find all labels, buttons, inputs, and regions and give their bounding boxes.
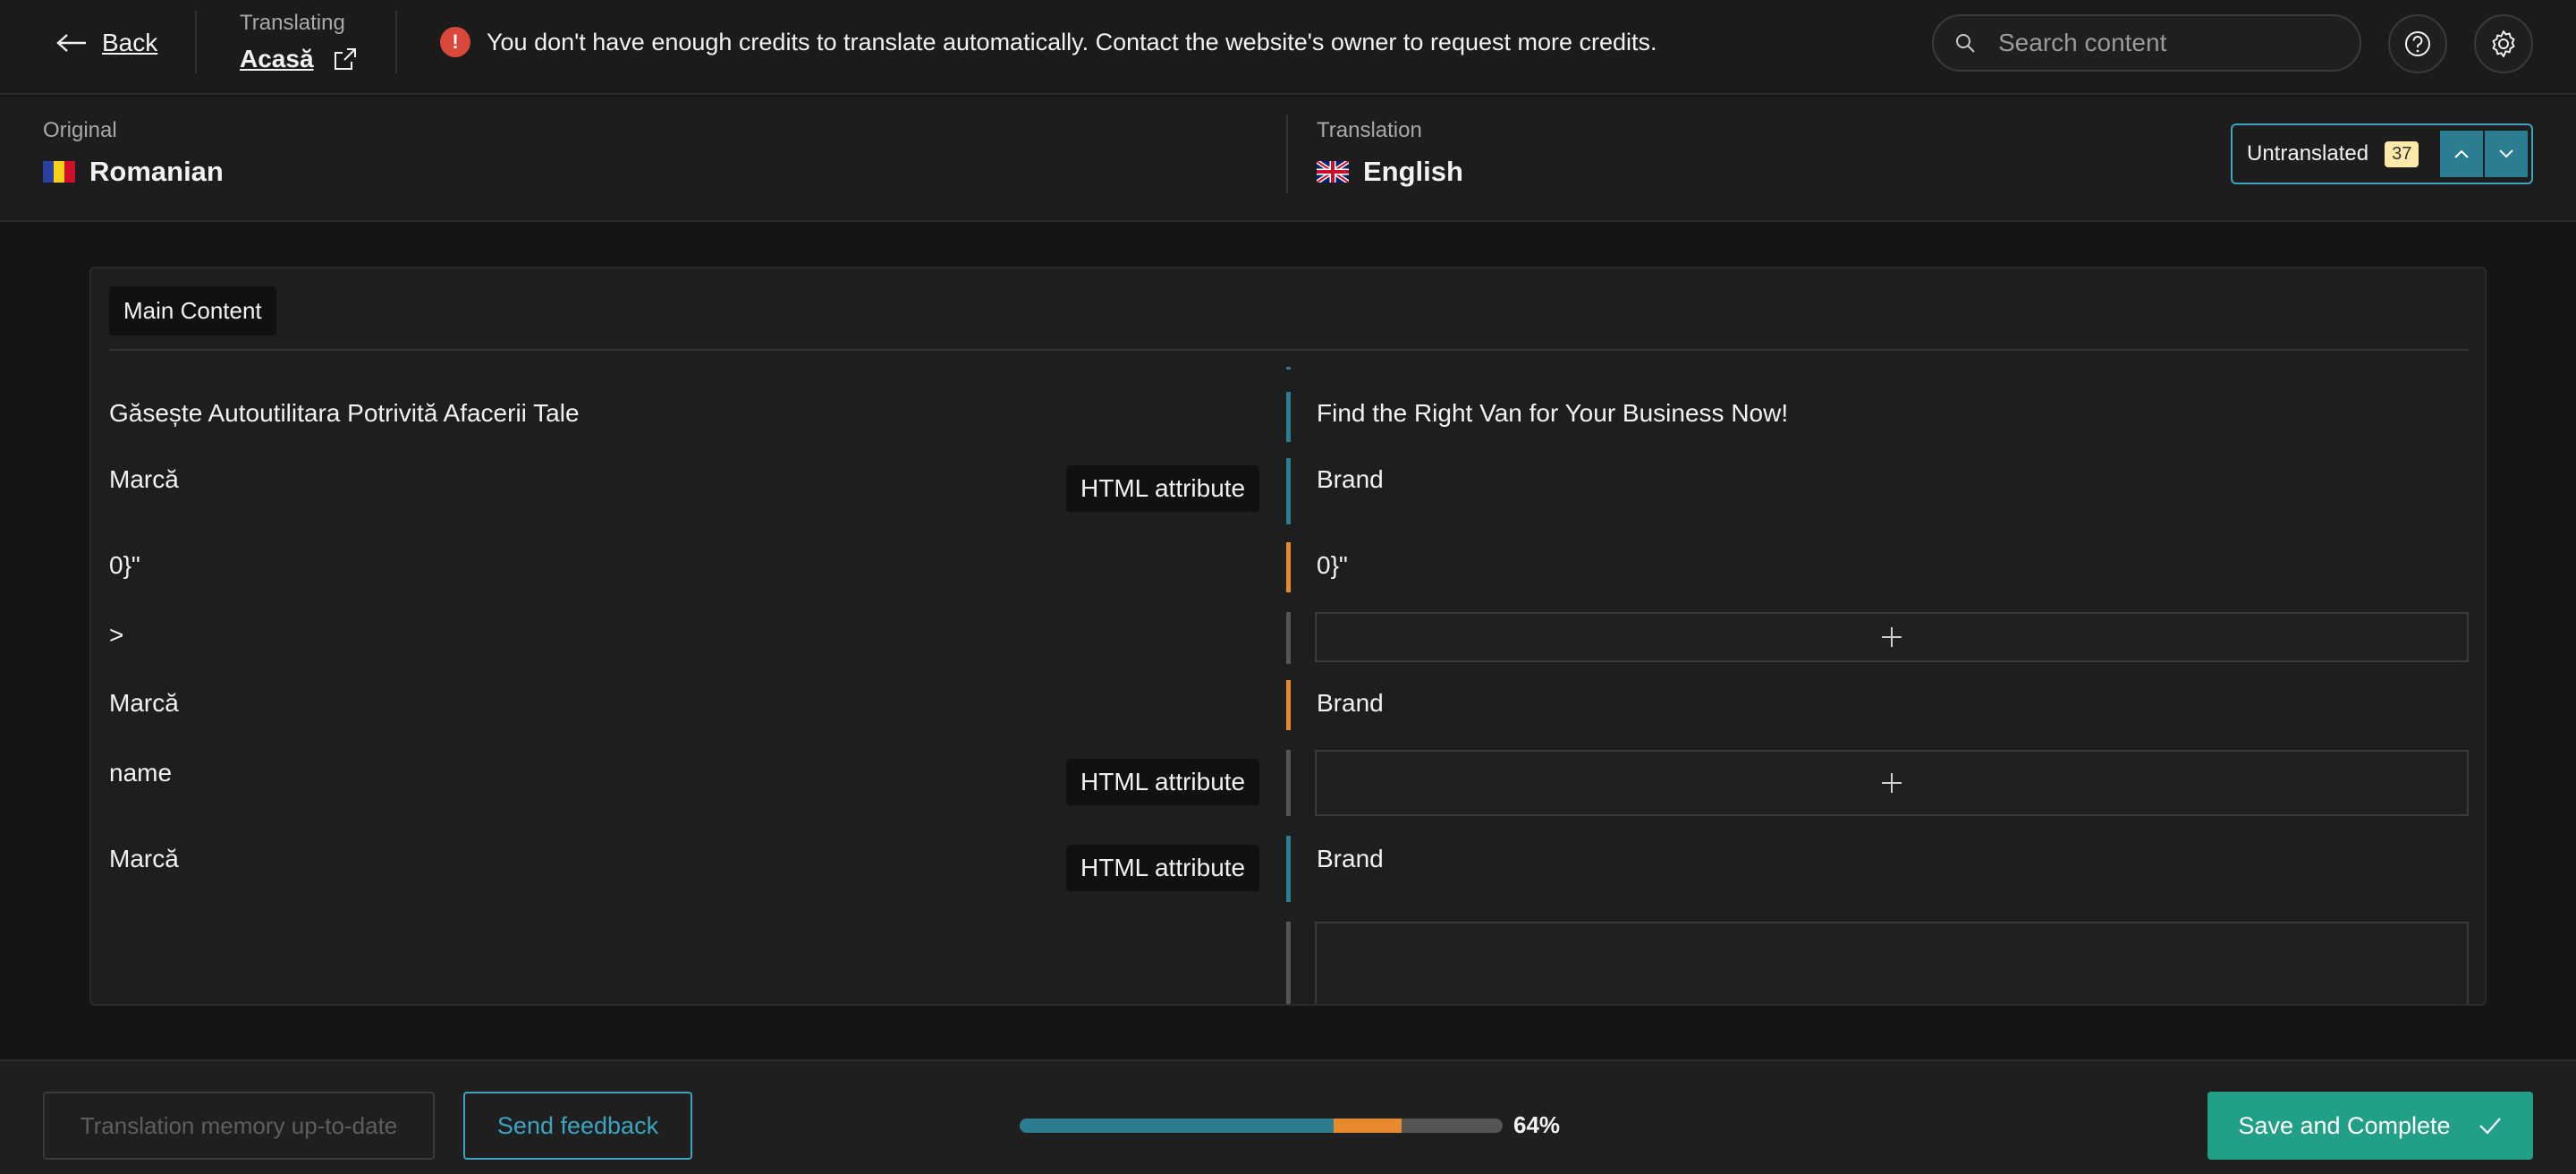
add-translation-button[interactable]	[1315, 612, 2469, 662]
original-text: >	[109, 621, 124, 649]
top-bar: Back Translating Acasă ! You don't have …	[0, 0, 2576, 95]
page-name: Acasă	[240, 45, 314, 72]
translation-text[interactable]: Find the Right Van for Your Business Now…	[1317, 399, 1788, 428]
settings-button[interactable]	[2474, 14, 2533, 73]
progress-partial	[1334, 1119, 1402, 1133]
romania-flag-icon	[43, 161, 75, 183]
status-bar-empty	[1286, 612, 1291, 664]
translation-textarea[interactable]	[1315, 922, 2469, 1004]
send-feedback-button[interactable]: Send feedback	[463, 1092, 692, 1160]
original-text: name	[109, 759, 173, 787]
translation-language: Translation English	[1317, 118, 1463, 188]
help-button[interactable]	[2388, 14, 2447, 73]
original-text: Marcă	[109, 689, 179, 717]
main-content-panel: Main Content Găsește Autoutilitara Potri…	[89, 267, 2487, 1006]
original-text: Marcă	[109, 465, 179, 493]
status-bar	[1286, 367, 1291, 370]
translation-text[interactable]: 0}"	[1317, 551, 1348, 580]
status-bar-translated	[1286, 836, 1291, 902]
untranslated-filter[interactable]: Untranslated 37	[2231, 123, 2533, 184]
original-text: Găsește Autoutilitara Potrivită Afacerii…	[109, 399, 580, 427]
original-label: Original	[43, 118, 117, 142]
translation-text[interactable]: Brand	[1317, 689, 1384, 718]
next-untranslated-button[interactable]	[2485, 131, 2528, 177]
arrow-left-icon	[56, 34, 86, 52]
chevron-down-icon	[2499, 149, 2513, 158]
untranslated-count-badge: 37	[2385, 140, 2419, 167]
status-bar-translated	[1286, 458, 1291, 524]
add-translation-button[interactable]	[1315, 750, 2469, 816]
language-bar: Original Romanian Translation English Un…	[0, 97, 2576, 222]
status-bar-empty	[1286, 922, 1291, 1004]
back-button[interactable]: Back	[55, 25, 157, 61]
divider	[1286, 115, 1288, 193]
previous-untranslated-button[interactable]	[2440, 131, 2483, 177]
save-and-complete-button[interactable]: Save and Complete	[2207, 1092, 2533, 1160]
gear-icon	[2492, 30, 2515, 57]
save-label: Save and Complete	[2238, 1111, 2451, 1139]
check-icon	[2479, 1118, 2501, 1135]
chevron-up-icon	[2454, 149, 2469, 158]
search-box[interactable]	[1932, 14, 2361, 72]
status-bar-partial	[1286, 542, 1291, 592]
translation-memory-button[interactable]: Translation memory up-to-date	[43, 1092, 435, 1160]
plus-icon	[1882, 773, 1902, 793]
translating-label: Translating	[240, 11, 345, 35]
translation-label: Translation	[1317, 118, 1422, 142]
back-label: Back	[102, 29, 158, 56]
original-language: Original Romanian	[43, 118, 224, 188]
divider	[109, 349, 2469, 351]
translation-language-name: English	[1363, 156, 1463, 187]
translation-text[interactable]: Brand	[1317, 845, 1384, 873]
external-link-icon[interactable]	[334, 47, 357, 71]
original-text: Marcă	[109, 845, 179, 872]
alert-icon: !	[440, 27, 470, 57]
footer-bar: Translation memory up-to-date Send feedb…	[0, 1059, 2576, 1174]
page-link[interactable]: Acasă	[240, 45, 357, 73]
uk-flag-icon	[1317, 161, 1349, 183]
search-icon	[1956, 34, 1975, 53]
alert-text: You don't have enough credits to transla…	[487, 28, 1657, 55]
divider	[195, 11, 197, 73]
help-icon	[2405, 31, 2430, 56]
credits-alert: ! You don't have enough credits to trans…	[440, 27, 1657, 57]
search-input[interactable]	[1998, 29, 2320, 57]
divider	[395, 11, 397, 73]
filter-label: Untranslated	[2247, 141, 2369, 166]
html-attribute-tag: HTML attribute	[1066, 465, 1260, 512]
section-title: Main Content	[109, 286, 276, 336]
plus-icon	[1882, 627, 1902, 647]
progress-translated	[1020, 1119, 1334, 1133]
translation-text[interactable]: Brand	[1317, 465, 1384, 494]
status-bar-empty	[1286, 750, 1291, 816]
original-text: 0}"	[109, 551, 140, 579]
translating-page: Translating Acasă	[240, 11, 357, 73]
html-attribute-tag: HTML attribute	[1066, 759, 1260, 805]
status-bar-partial	[1286, 680, 1291, 730]
original-language-name: Romanian	[89, 156, 224, 187]
progress-percent: 64%	[1513, 1111, 1561, 1138]
status-bar-translated	[1286, 392, 1291, 442]
progress-bar	[1020, 1119, 1503, 1133]
html-attribute-tag: HTML attribute	[1066, 845, 1260, 891]
